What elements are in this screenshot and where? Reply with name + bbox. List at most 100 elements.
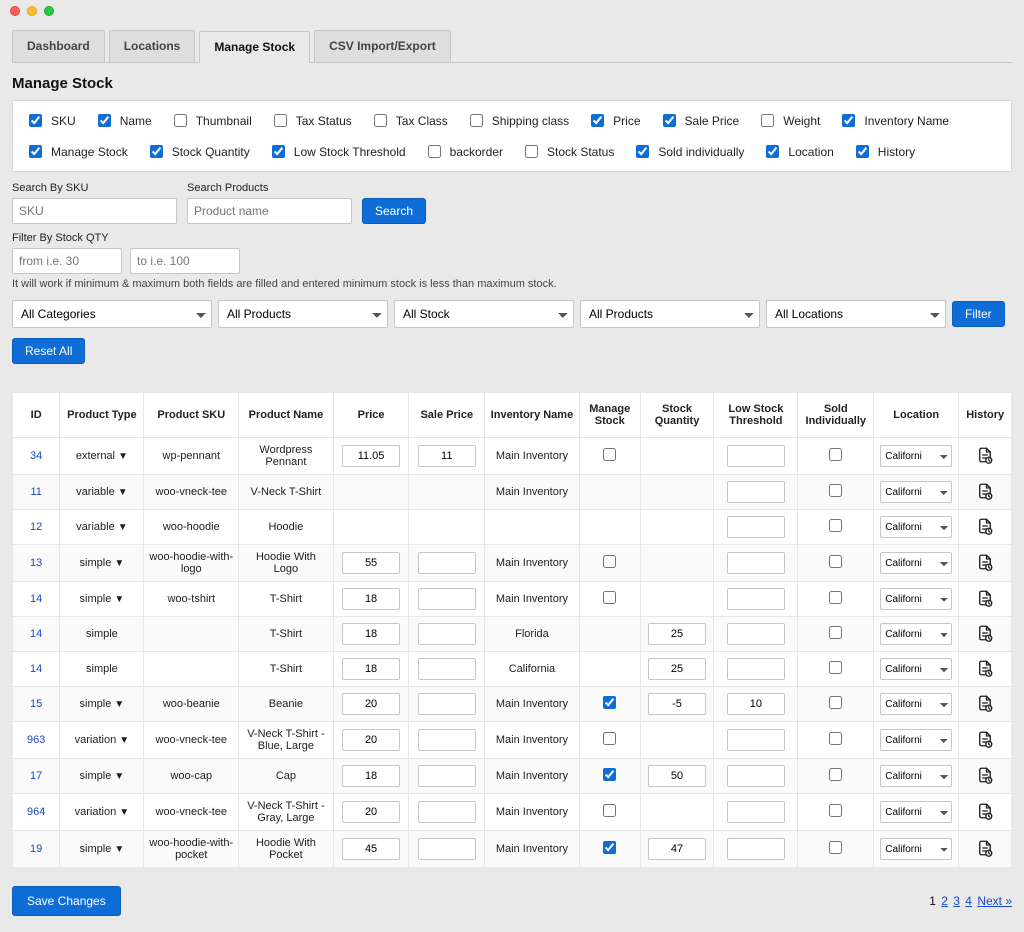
column-toggle-weight[interactable]: Weight (757, 111, 820, 130)
search-products-input[interactable] (187, 198, 352, 224)
price-input[interactable] (342, 445, 400, 467)
column-toggle-stock-quantity[interactable]: Stock Quantity (146, 142, 250, 161)
location-select[interactable]: Californi (880, 588, 952, 610)
sale-price-input[interactable] (418, 765, 476, 787)
low-stock-input[interactable] (727, 445, 785, 467)
sold-individually-checkbox[interactable] (829, 841, 842, 854)
history-icon[interactable] (976, 739, 994, 751)
history-icon[interactable] (976, 633, 994, 645)
location-select[interactable]: Californi (880, 481, 952, 503)
sold-individually-checkbox[interactable] (829, 804, 842, 817)
filter-locations[interactable]: All Locations (766, 300, 946, 328)
sold-individually-checkbox[interactable] (829, 661, 842, 674)
window-close-icon[interactable] (10, 6, 20, 16)
sale-price-input[interactable] (418, 445, 476, 467)
sale-price-input[interactable] (418, 801, 476, 823)
checkbox[interactable] (29, 114, 42, 127)
checkbox[interactable] (525, 145, 538, 158)
filter-stock[interactable]: All Stock (394, 300, 574, 328)
manage-stock-checkbox[interactable] (603, 768, 616, 781)
window-maximize-icon[interactable] (44, 6, 54, 16)
stock-qty-input[interactable] (648, 693, 706, 715)
checkbox[interactable] (663, 114, 676, 127)
location-select[interactable]: Californi (880, 552, 952, 574)
location-select[interactable]: Californi (880, 801, 952, 823)
low-stock-input[interactable] (727, 623, 785, 645)
checkbox[interactable] (272, 145, 285, 158)
page-link[interactable]: 4 (965, 894, 972, 908)
low-stock-input[interactable] (727, 658, 785, 680)
tab-dashboard[interactable]: Dashboard (12, 30, 105, 62)
manage-stock-checkbox[interactable] (603, 804, 616, 817)
search-button[interactable]: Search (362, 198, 426, 224)
product-id-link[interactable]: 19 (30, 843, 42, 855)
location-select[interactable]: Californi (880, 693, 952, 715)
column-toggle-price[interactable]: Price (587, 111, 640, 130)
sold-individually-checkbox[interactable] (829, 484, 842, 497)
filter-products-2[interactable]: All Products (580, 300, 760, 328)
sold-individually-checkbox[interactable] (829, 591, 842, 604)
sold-individually-checkbox[interactable] (829, 519, 842, 532)
filter-products[interactable]: All Products (218, 300, 388, 328)
location-select[interactable]: Californi (880, 729, 952, 751)
checkbox[interactable] (98, 114, 111, 127)
price-input[interactable] (342, 693, 400, 715)
sold-individually-checkbox[interactable] (829, 626, 842, 639)
history-icon[interactable] (976, 848, 994, 860)
history-icon[interactable] (976, 668, 994, 680)
checkbox[interactable] (591, 114, 604, 127)
column-toggle-inventory-name[interactable]: Inventory Name (838, 111, 949, 130)
product-id-link[interactable]: 34 (30, 450, 42, 462)
price-input[interactable] (342, 588, 400, 610)
column-toggle-low-stock-threshold[interactable]: Low Stock Threshold (268, 142, 406, 161)
product-id-link[interactable]: 17 (30, 770, 42, 782)
location-select[interactable]: Californi (880, 765, 952, 787)
save-changes-button[interactable]: Save Changes (12, 886, 121, 916)
checkbox[interactable] (374, 114, 387, 127)
checkbox[interactable] (842, 114, 855, 127)
column-toggle-location[interactable]: Location (762, 142, 833, 161)
low-stock-input[interactable] (727, 516, 785, 538)
sold-individually-checkbox[interactable] (829, 768, 842, 781)
checkbox[interactable] (761, 114, 774, 127)
price-input[interactable] (342, 623, 400, 645)
price-input[interactable] (342, 801, 400, 823)
checkbox[interactable] (150, 145, 163, 158)
product-id-link[interactable]: 15 (30, 698, 42, 710)
history-icon[interactable] (976, 455, 994, 467)
manage-stock-checkbox[interactable] (603, 696, 616, 709)
column-toggle-name[interactable]: Name (94, 111, 152, 130)
sold-individually-checkbox[interactable] (829, 555, 842, 568)
page-next[interactable]: Next » (977, 894, 1012, 908)
product-id-link[interactable]: 14 (30, 628, 42, 640)
tab-locations[interactable]: Locations (109, 30, 196, 62)
checkbox[interactable] (766, 145, 779, 158)
checkbox[interactable] (174, 114, 187, 127)
column-toggle-thumbnail[interactable]: Thumbnail (170, 111, 252, 130)
column-toggle-history[interactable]: History (852, 142, 915, 161)
filter-button[interactable]: Filter (952, 301, 1005, 327)
sale-price-input[interactable] (418, 588, 476, 610)
product-id-link[interactable]: 14 (30, 663, 42, 675)
product-id-link[interactable]: 963 (27, 734, 45, 746)
qty-to-input[interactable] (130, 248, 240, 274)
reset-all-button[interactable]: Reset All (12, 338, 85, 364)
sold-individually-checkbox[interactable] (829, 732, 842, 745)
location-select[interactable]: Californi (880, 838, 952, 860)
history-icon[interactable] (976, 526, 994, 538)
filter-categories[interactable]: All Categories (12, 300, 212, 328)
page-link[interactable]: 2 (941, 894, 948, 908)
price-input[interactable] (342, 552, 400, 574)
search-sku-input[interactable] (12, 198, 177, 224)
checkbox[interactable] (470, 114, 483, 127)
price-input[interactable] (342, 838, 400, 860)
checkbox[interactable] (29, 145, 42, 158)
product-id-link[interactable]: 13 (30, 557, 42, 569)
column-toggle-stock-status[interactable]: Stock Status (521, 142, 614, 161)
checkbox[interactable] (636, 145, 649, 158)
stock-qty-input[interactable] (648, 623, 706, 645)
manage-stock-checkbox[interactable] (603, 448, 616, 461)
manage-stock-checkbox[interactable] (603, 555, 616, 568)
sale-price-input[interactable] (418, 693, 476, 715)
history-icon[interactable] (976, 491, 994, 503)
